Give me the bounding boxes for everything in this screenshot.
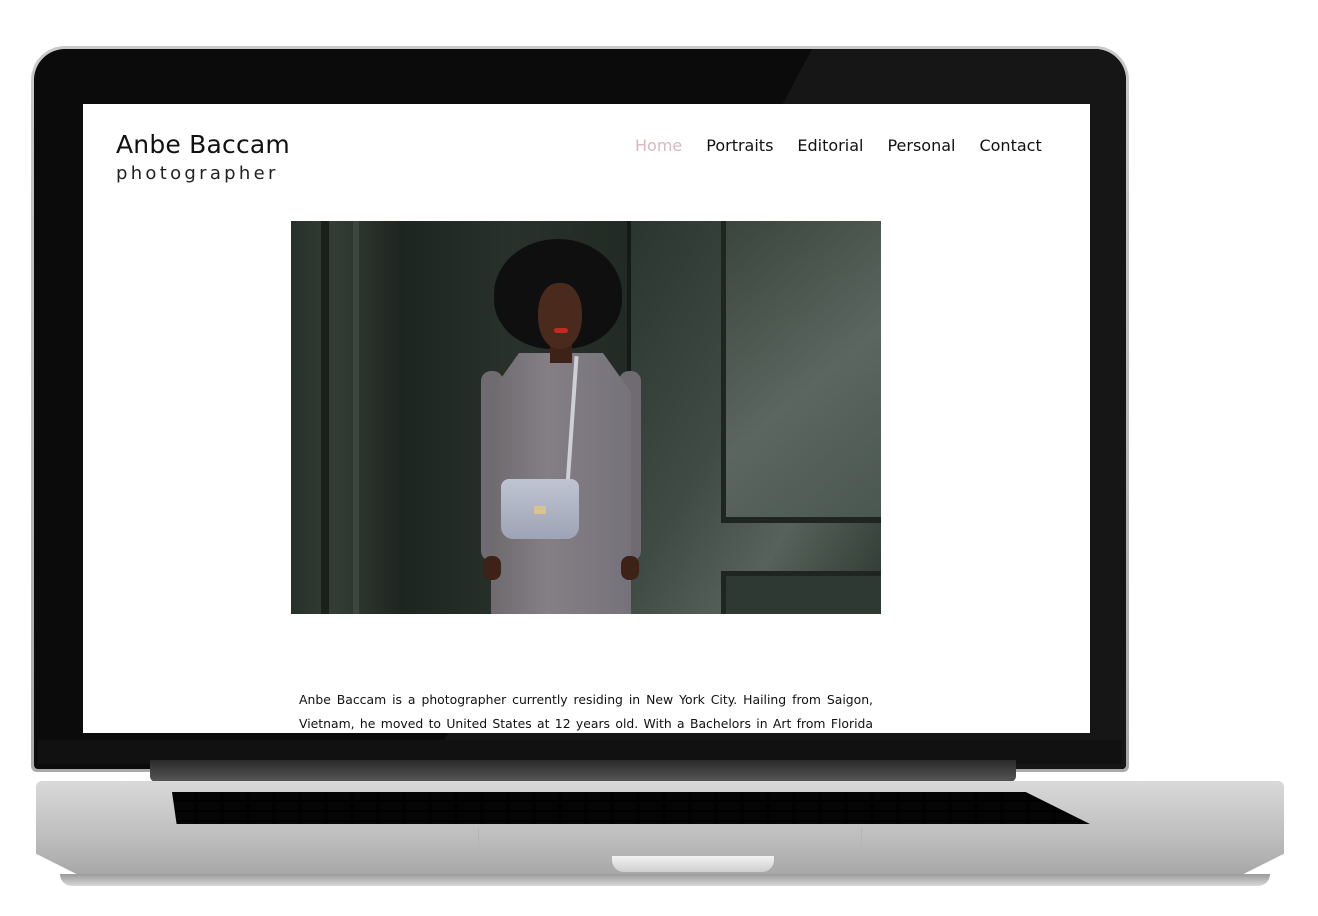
nav-portraits[interactable]: Portraits <box>706 135 773 157</box>
photo-door-left <box>291 221 399 614</box>
brand-name: Anbe Baccam <box>116 130 290 159</box>
photo-door-panel-upper <box>721 221 881 523</box>
photo-door-frame-trim <box>353 221 359 614</box>
hero-photo <box>291 221 881 614</box>
lid-notch <box>612 856 774 872</box>
photo-lips <box>554 328 568 333</box>
nav-contact[interactable]: Contact <box>979 135 1041 157</box>
trackpad <box>478 828 862 855</box>
photo-hand-left <box>483 556 501 580</box>
keyboard <box>172 792 1090 824</box>
brand-tagline: photographer <box>116 163 279 184</box>
hinge <box>150 760 1016 782</box>
photo-door-panel-lower <box>721 571 881 614</box>
nav-editorial[interactable]: Editorial <box>797 135 863 157</box>
photo-hand-right <box>621 556 639 580</box>
photo-bag-clasp <box>534 506 546 514</box>
main-nav: Home Portraits Editorial Personal Contac… <box>635 135 1042 157</box>
website-screen: Anbe Baccam photographer Home Portraits … <box>83 104 1090 733</box>
site-logo[interactable]: Anbe Baccam photographer <box>116 128 290 186</box>
laptop-mockup: Anbe Baccam photographer Home Portraits … <box>0 0 1318 916</box>
base-edge <box>60 874 1270 886</box>
nav-home[interactable]: Home <box>635 135 682 157</box>
photo-face <box>538 283 582 349</box>
bio-paragraph: Anbe Baccam is a photographer currently … <box>299 692 873 732</box>
photo-door-frame <box>321 221 329 614</box>
nav-personal[interactable]: Personal <box>887 135 955 157</box>
